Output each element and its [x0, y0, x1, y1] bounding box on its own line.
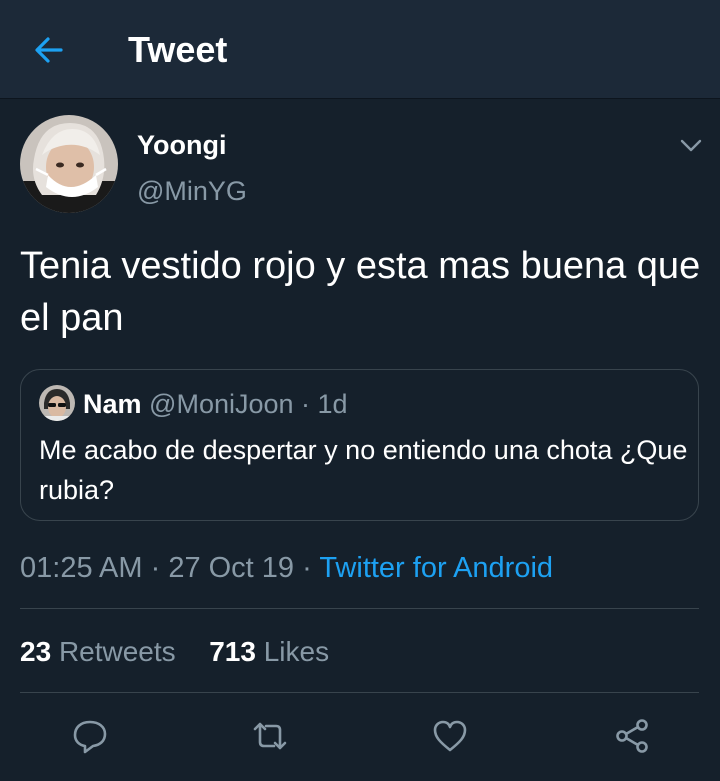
quoted-author-handle: @MoniJoon: [149, 389, 294, 419]
quoted-separator: ·: [293, 389, 318, 419]
tweet-time: 01:25 AM: [20, 552, 143, 584]
reply-icon: [73, 720, 107, 754]
tweet-text: Tenia vestido rojo y esta mas buena que …: [20, 245, 701, 339]
tweet-source-link[interactable]: Twitter for Android: [319, 552, 553, 584]
retweets-count: 23: [20, 636, 52, 667]
like-icon: [433, 720, 467, 752]
retweet-button[interactable]: [250, 716, 290, 756]
timestamp-separator: ·: [142, 552, 169, 584]
retweet-icon: [253, 722, 287, 750]
share-button[interactable]: [612, 716, 652, 756]
divider: [20, 608, 699, 609]
quoted-tweet[interactable]: Nam @MoniJoon · 1d Me acabo de despertar…: [20, 369, 699, 521]
author-handle[interactable]: @MinYG: [137, 175, 247, 207]
top-bar: Tweet: [0, 0, 720, 99]
quoted-header: Nam @MoniJoon · 1d: [83, 388, 348, 420]
page-title: Tweet: [128, 29, 228, 70]
divider: [20, 692, 699, 693]
reply-button[interactable]: [70, 716, 110, 756]
tweet-stats: 23 Retweets 713 Likes: [20, 634, 329, 670]
likes-count: 713: [209, 636, 256, 667]
quoted-age: 1d: [317, 389, 348, 419]
back-button[interactable]: [30, 30, 70, 70]
more-options-button[interactable]: [676, 130, 706, 160]
likes-label: Likes: [263, 636, 330, 667]
retweets-stat[interactable]: 23 Retweets: [20, 636, 183, 667]
author-avatar[interactable]: [20, 115, 118, 213]
chevron-down-icon: [680, 139, 702, 152]
quoted-avatar[interactable]: [39, 385, 75, 421]
quoted-author-name: Nam: [83, 389, 142, 419]
likes-stat[interactable]: 713 Likes: [201, 636, 329, 667]
arrow-left-icon: [35, 37, 63, 63]
author-name[interactable]: Yoongi: [137, 129, 226, 161]
tweet-date: 27 Oct 19: [168, 552, 295, 584]
like-button[interactable]: [430, 716, 470, 756]
source-separator: ·: [294, 552, 320, 584]
share-icon: [616, 719, 648, 753]
quoted-text: Me acabo de despertar y no entiendo una …: [39, 435, 688, 505]
tweet-timestamp: 01:25 AM · 27 Oct 19 · Twitter for Andro…: [20, 550, 553, 586]
retweets-label: Retweets: [58, 636, 176, 667]
